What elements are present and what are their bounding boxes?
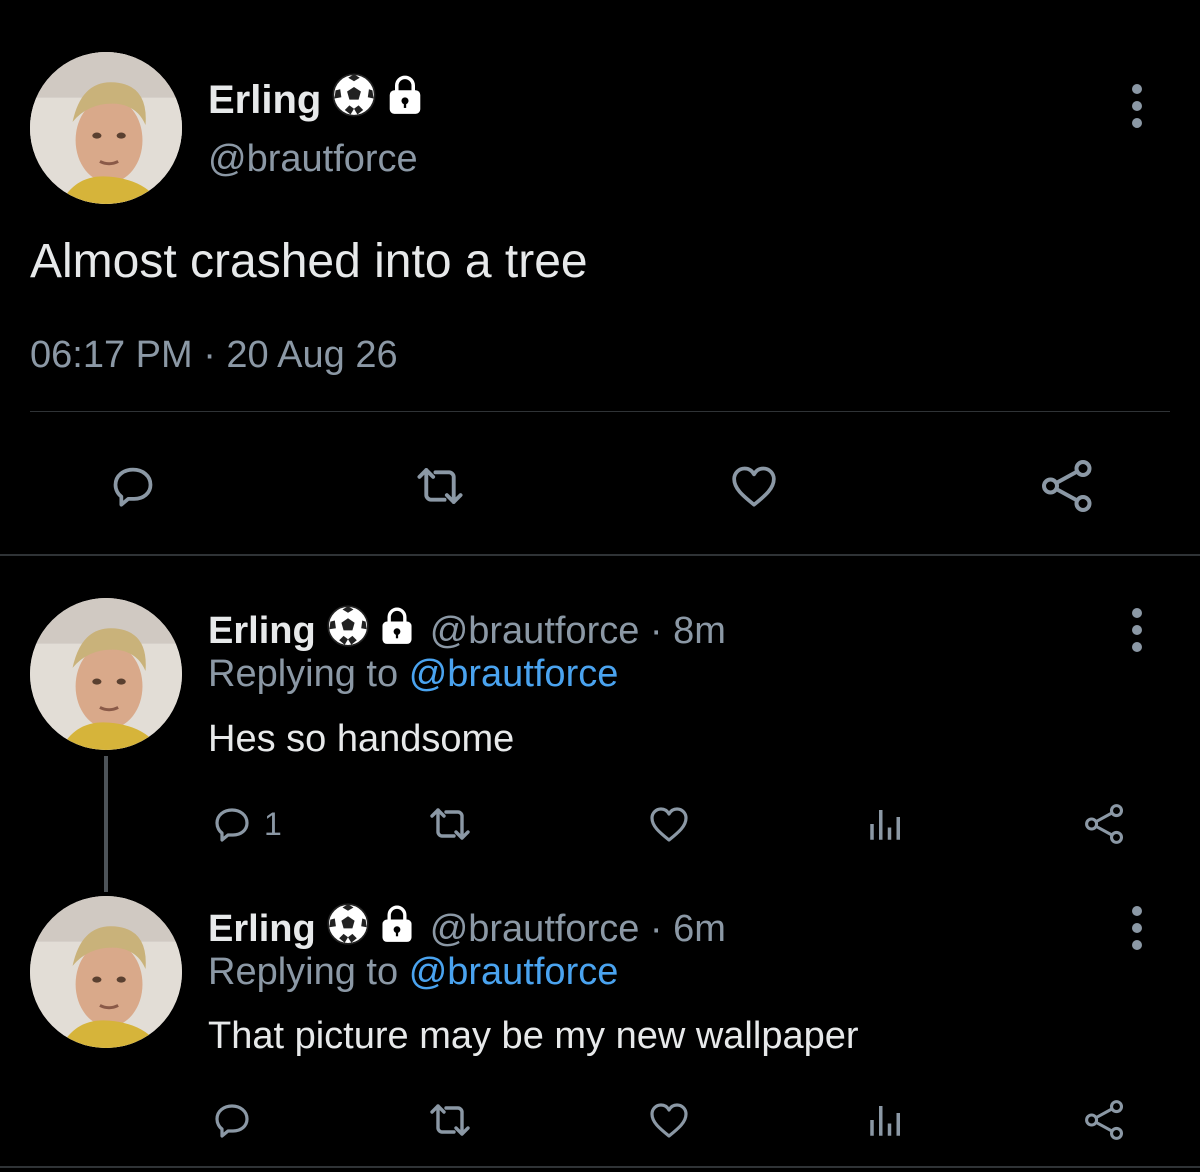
reply-button[interactable]: 1 xyxy=(208,800,282,848)
retweet-icon[interactable] xyxy=(422,1096,478,1144)
like-icon[interactable] xyxy=(725,458,783,514)
replying-handle-link[interactable]: @brautforce xyxy=(409,653,619,695)
more-options-icon[interactable] xyxy=(1127,906,1147,950)
share-icon[interactable] xyxy=(1038,456,1098,516)
reply-text: That picture may be my new wallpaper xyxy=(208,1015,859,1057)
reply-icon xyxy=(208,800,256,848)
avatar[interactable] xyxy=(30,52,182,204)
soccer-ball-icon xyxy=(326,604,370,658)
author-name[interactable]: Erling xyxy=(208,908,316,951)
avatar[interactable] xyxy=(30,896,182,1048)
reply-icon xyxy=(208,1096,256,1144)
replying-label: Replying to xyxy=(208,951,399,993)
like-icon[interactable] xyxy=(645,800,693,848)
replying-to: Replying to @brautforce xyxy=(208,653,618,696)
replying-to: Replying to @brautforce xyxy=(208,951,618,994)
author-handle[interactable]: @brautforce xyxy=(208,138,418,181)
author-handle-time[interactable]: @brautforce · 8m xyxy=(430,610,726,653)
analytics-icon[interactable] xyxy=(864,1099,908,1141)
retweet-icon[interactable] xyxy=(408,458,472,514)
soccer-ball-icon xyxy=(331,72,377,128)
reply-header: Erling @brautforce · 6m xyxy=(208,902,726,956)
tweet-text: Almost crashed into a tree xyxy=(30,235,588,288)
replying-label: Replying to xyxy=(208,653,399,695)
profile-photo xyxy=(30,52,182,204)
like-icon[interactable] xyxy=(645,1096,693,1144)
more-options-icon[interactable] xyxy=(1127,608,1147,652)
share-icon[interactable] xyxy=(1082,800,1128,848)
reply-header: Erling @brautforce · 8m xyxy=(208,604,726,658)
more-options-icon[interactable] xyxy=(1127,84,1147,128)
author-row: Erling xyxy=(208,72,423,128)
analytics-icon[interactable] xyxy=(864,803,908,845)
bottom-divider xyxy=(0,1166,1200,1168)
profile-photo xyxy=(30,896,182,1048)
avatar[interactable] xyxy=(30,598,182,750)
profile-photo xyxy=(30,598,182,750)
reply-count: 1 xyxy=(264,805,282,842)
divider xyxy=(30,411,1170,412)
lock-icon xyxy=(380,607,414,655)
retweet-icon[interactable] xyxy=(422,800,478,848)
lock-icon xyxy=(380,905,414,953)
tweet-timestamp[interactable]: 06:17 PM · 20 Aug 26 xyxy=(30,334,398,377)
share-icon[interactable] xyxy=(1082,1096,1128,1144)
thread-line xyxy=(104,756,108,892)
author-name[interactable]: Erling xyxy=(208,78,321,123)
replying-handle-link[interactable]: @brautforce xyxy=(409,951,619,993)
lock-icon xyxy=(387,75,423,125)
reply-text: Hes so handsome xyxy=(208,718,515,760)
reply-button[interactable] xyxy=(208,1096,264,1144)
author-handle-time[interactable]: @brautforce · 6m xyxy=(430,908,726,951)
section-divider xyxy=(0,554,1200,556)
soccer-ball-icon xyxy=(326,902,370,956)
author-name[interactable]: Erling xyxy=(208,610,316,653)
reply-icon[interactable] xyxy=(105,458,161,514)
